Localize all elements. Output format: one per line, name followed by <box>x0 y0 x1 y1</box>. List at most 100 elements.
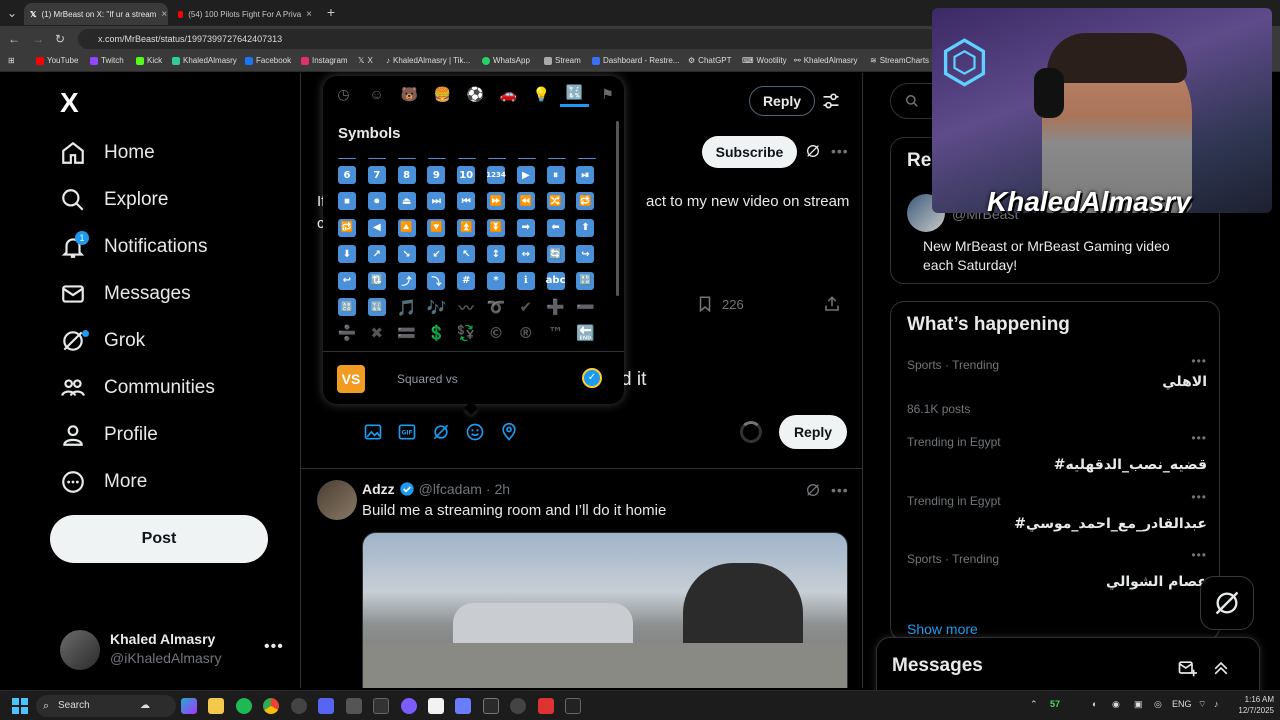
sidebar-item-grok[interactable]: Grok <box>60 324 145 358</box>
tray-chevron-icon[interactable]: ⌃ <box>1030 699 1038 710</box>
emoji-symbol[interactable]: 🔠 <box>338 298 356 316</box>
trend-item[interactable]: Trending in Egypt ••• #عبدالقادر_مع_احمد… <box>907 490 1207 532</box>
bookmark-kick[interactable]: Kick <box>136 56 162 65</box>
emoji-symbol[interactable]: ↖ <box>457 245 476 264</box>
bookmark-x[interactable]: 𝕏X <box>358 56 373 65</box>
app-icon[interactable] <box>565 698 581 714</box>
emoji-symbol[interactable]: 💲 <box>427 324 446 342</box>
grok-icon[interactable] <box>805 482 821 498</box>
bookmark-restream[interactable]: Dashboard - Restre... <box>592 56 679 65</box>
flag-icon[interactable]: ⚑ <box>593 81 622 107</box>
bookmark-facebook[interactable]: Facebook <box>245 56 291 65</box>
emoji-symbol[interactable]: ⏺ <box>367 192 386 211</box>
image-icon[interactable] <box>363 422 383 442</box>
emoji-symbol[interactable]: ↗ <box>367 245 386 264</box>
tray-icon[interactable]: ◐ <box>1092 699 1097 709</box>
back-icon[interactable]: ← <box>6 31 22 47</box>
emoji-symbol[interactable]: ⏯ <box>576 166 595 184</box>
sidebar-item-notifications[interactable]: 1 Notifications <box>60 230 208 264</box>
objects-icon[interactable]: 💡 <box>527 81 556 107</box>
emoji-symbol[interactable]: ➗ <box>338 324 356 342</box>
recent-icon[interactable]: ◷ <box>329 81 358 107</box>
emoji-symbol[interactable]: 🔽 <box>427 218 446 237</box>
more-dots-icon[interactable]: ••• <box>1191 354 1207 368</box>
emoji-symbol[interactable]: 🔡 <box>576 271 595 290</box>
tray-icon[interactable]: ▣ <box>1134 699 1143 710</box>
tray-counter[interactable]: 57 <box>1050 699 1060 709</box>
emoji-symbol[interactable]: ⏭ <box>427 192 446 211</box>
emoji-symbol[interactable]: ⤵ <box>427 271 446 290</box>
store-icon[interactable] <box>428 698 444 714</box>
more-dots-icon[interactable]: ••• <box>1191 490 1207 504</box>
tab-list-button[interactable]: ⌄ <box>4 5 20 21</box>
chatgpt-app-icon[interactable] <box>291 698 307 714</box>
emoji-symbol[interactable]: 8 <box>397 166 416 184</box>
app-icon[interactable] <box>483 698 499 714</box>
subscribe-button[interactable]: Subscribe <box>702 136 797 168</box>
emoji-symbol[interactable]: ➖ <box>576 298 595 316</box>
emoji-symbol[interactable]: 7 <box>367 166 386 184</box>
copilot-icon[interactable] <box>181 698 197 714</box>
emoji-symbol[interactable]: 10 <box>457 166 476 184</box>
bookmark-streamcharts[interactable]: ≋ StreamCharts <box>870 56 929 65</box>
skin-tone-icon[interactable]: ✓ <box>582 368 602 388</box>
sidebar-item-communities[interactable]: Communities <box>60 371 215 405</box>
more-dots-icon[interactable]: ••• <box>831 482 849 498</box>
more-dots-icon[interactable]: ••• <box>831 143 849 159</box>
grok-icon[interactable] <box>805 143 821 159</box>
bookmark-twitch[interactable]: Twitch <box>90 56 124 65</box>
emoji-symbol[interactable]: 💱 <box>457 324 476 342</box>
location-icon[interactable] <box>499 422 519 442</box>
sidebar-item-profile[interactable]: Profile <box>60 418 158 452</box>
emoji-symbol[interactable]: ➡ <box>516 218 535 237</box>
bookmark-tiktok[interactable]: ♪ KhaledAlmasry | Tik... <box>386 56 470 65</box>
bookmark-wootility[interactable]: ⌨ Wootility <box>742 56 787 65</box>
bookmark-stream[interactable]: Stream <box>544 56 581 65</box>
app-icon[interactable] <box>373 698 389 714</box>
more-dots-icon[interactable]: ••• <box>1191 431 1207 445</box>
language-indicator[interactable]: ENG <box>1172 699 1192 709</box>
tweet-time[interactable]: · 2h <box>486 481 510 497</box>
emoji-symbol[interactable]: 🔚 <box>576 324 595 342</box>
reply-button[interactable]: Reply <box>779 415 847 449</box>
sidebar-item-messages[interactable]: Messages <box>60 277 191 311</box>
sidebar-item-home[interactable]: Home <box>60 136 155 170</box>
reload-icon[interactable]: ↻ <box>52 31 68 47</box>
grok-icon[interactable] <box>431 422 451 442</box>
emoji-icon[interactable] <box>465 422 485 442</box>
emoji-symbol[interactable]: ↕ <box>487 245 505 264</box>
windows-start-icon[interactable] <box>12 698 28 714</box>
emoji-symbol[interactable]: 〰 <box>457 298 475 317</box>
trend-item[interactable]: Sports · Trending ••• الاهلي 86.1K posts <box>907 354 1207 416</box>
volume-icon[interactable]: ♪ <box>1214 699 1219 709</box>
emoji-symbol[interactable]: ⬆ <box>576 218 595 237</box>
avatar[interactable] <box>317 480 357 520</box>
sidebar-item-explore[interactable]: Explore <box>60 183 168 217</box>
address-bar[interactable]: x.com/MrBeast/status/1997399727642407313 <box>78 29 938 49</box>
emoji-symbol[interactable]: 🔣 <box>367 298 386 316</box>
emoji-symbol[interactable]: ↔ <box>516 245 535 264</box>
account-switcher[interactable]: Khaled Almasry @iKhaledAlmasry ••• <box>60 628 290 672</box>
post-button[interactable]: Post <box>50 515 268 563</box>
messages-drawer[interactable]: Messages <box>876 637 1260 697</box>
emoji-symbol[interactable]: ↘ <box>397 245 416 264</box>
grok-floating-button[interactable] <box>1200 576 1254 630</box>
bookmark-whatsapp[interactable]: WhatsApp <box>482 56 530 65</box>
trend-item[interactable]: Trending in Egypt ••• #قضيه_نصب_الدقهليه <box>907 431 1207 473</box>
bookmark-chatgpt[interactable]: ⚙ ChatGPT <box>688 56 732 65</box>
bookmark-khaledalmasry-2[interactable]: ⚯ KhaledAlmasry <box>794 56 858 65</box>
new-message-icon[interactable] <box>1177 658 1197 678</box>
app-icon[interactable] <box>455 698 471 714</box>
tray-discord-icon[interactable]: ◉ <box>1112 699 1120 710</box>
file-explorer-icon[interactable] <box>208 698 224 714</box>
emoji-symbol[interactable]: ✖ <box>368 324 386 342</box>
emoji-symbol[interactable]: ⬇ <box>338 245 356 264</box>
food-icon[interactable]: 🍔 <box>428 81 457 107</box>
symbols-tab-icon[interactable]: 🔣 <box>560 81 589 107</box>
emoji-symbol[interactable]: ® <box>517 324 535 342</box>
tweet-video-thumbnail[interactable] <box>362 532 848 688</box>
app-icon[interactable] <box>538 698 554 714</box>
bookmark-khaledalmasry[interactable]: KhaledAlmasry <box>172 56 237 65</box>
sliders-icon[interactable] <box>821 91 841 111</box>
emoji-symbol[interactable]: ⏮ <box>457 192 476 211</box>
